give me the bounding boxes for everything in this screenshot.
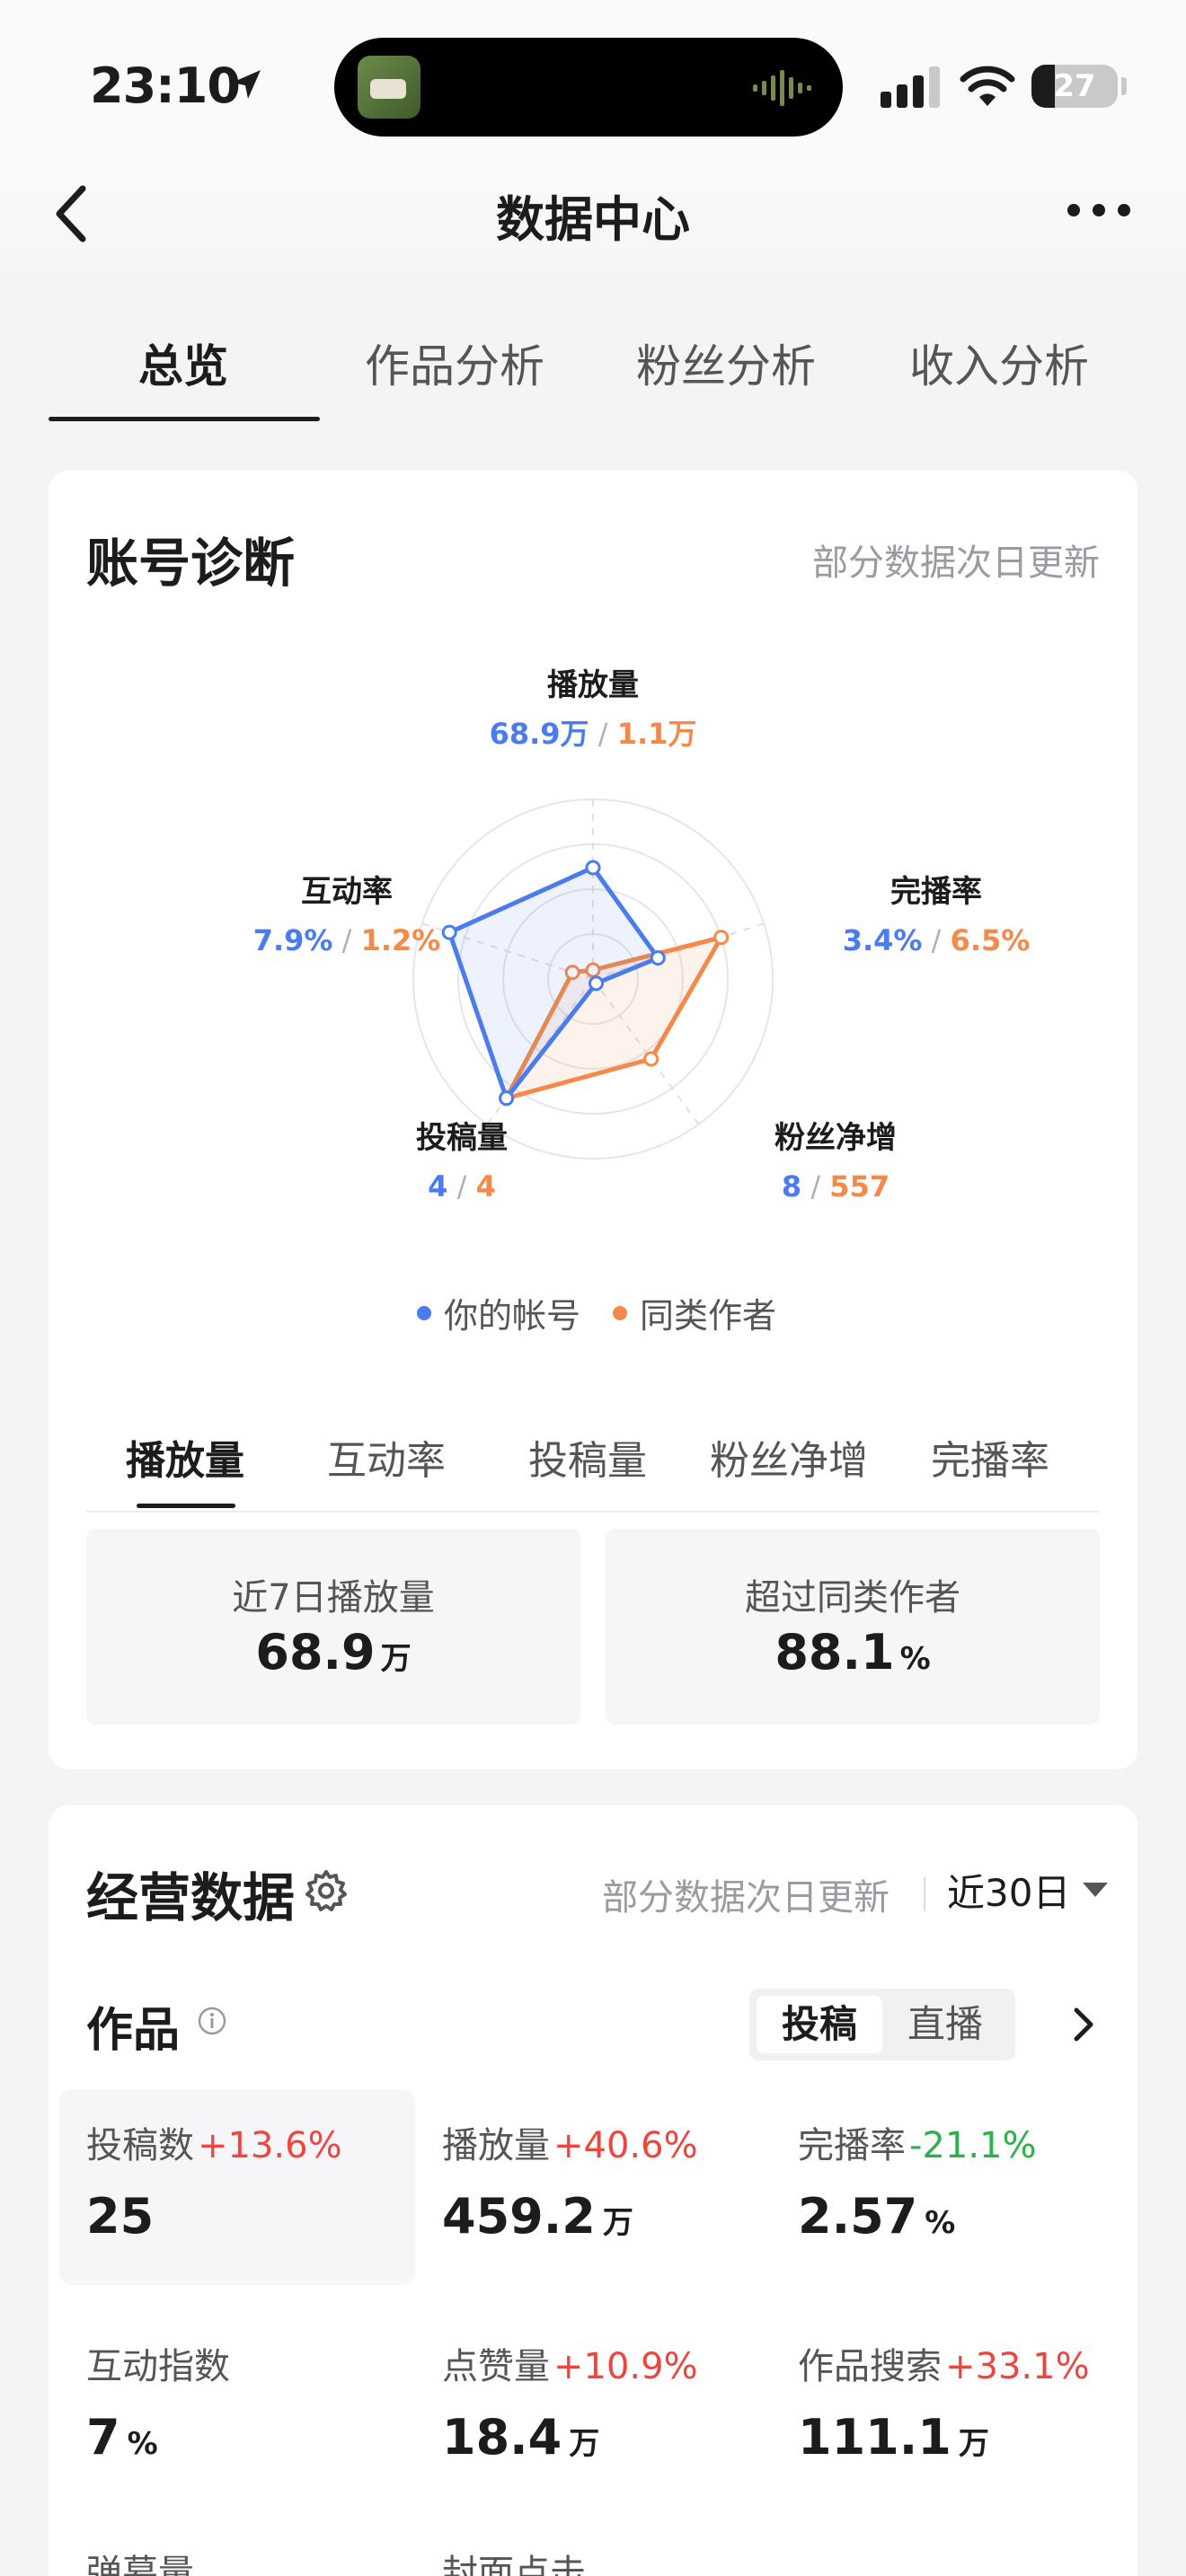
metric-label: 点赞量 +10.9% <box>442 2346 698 2387</box>
metric-label: 作品搜索 +33.1% <box>798 2346 1090 2387</box>
gear-icon[interactable] <box>304 1868 349 1913</box>
metric-card-submission-count[interactable]: 投稿数 +13.6% 25 <box>59 2089 415 2285</box>
tab-overview[interactable]: 总览 <box>49 331 318 395</box>
stat-box-7day-plays: 近7日播放量 68.9 万 <box>86 1529 580 1725</box>
metric-tab-net-fans[interactable]: 粉丝净增 <box>699 1428 879 1486</box>
metric-card-interaction-index[interactable]: 互动指数 7% <box>59 2310 415 2506</box>
metric-tab-interaction[interactable]: 互动率 <box>296 1428 476 1486</box>
segment-live[interactable]: 直播 <box>882 1996 1008 2053</box>
divider <box>924 1877 925 1911</box>
chevron-right-icon[interactable] <box>1066 2005 1102 2044</box>
tab-fans-analysis[interactable]: 粉丝分析 <box>591 331 861 395</box>
tab-works-analysis[interactable]: 作品分析 <box>320 331 589 395</box>
business-data-title: 经营数据 <box>86 1867 296 1928</box>
period-label: 近30日 <box>947 1870 1071 1915</box>
battery-level: 27 <box>1053 68 1096 104</box>
metric-label-danmaku: 弹幕量 <box>86 2553 194 2576</box>
metric-tab-submissions[interactable]: 投稿量 <box>498 1428 677 1486</box>
radar-point-mine-1 <box>650 950 666 966</box>
dynamic-island <box>334 38 843 137</box>
metric-card-search[interactable]: 作品搜索 +33.1% 111.1 万 <box>771 2310 1127 2506</box>
radar-axis-label: 互动率 <box>301 874 393 910</box>
nav-bar: 数据中心 <box>0 153 1186 269</box>
radar-point-mine-3 <box>499 1090 515 1107</box>
metric-delta: +10.9% <box>553 2346 698 2387</box>
page-title: 数据中心 <box>496 191 690 248</box>
status-time: 23:10 <box>90 57 241 114</box>
metric-tab-plays[interactable]: 播放量 <box>95 1428 275 1486</box>
account-diagnosis-card: 账号诊断 部分数据次日更新 播放量 68.9万 / 1.1万完播率 3.4% / 6… <box>49 471 1137 1769</box>
status-bar: 23:10 27 <box>0 0 1186 153</box>
content-type-segment: 投稿 直播 <box>749 1989 1015 2060</box>
radar-axis-label: 完播率 <box>890 874 982 910</box>
radar-axis-label: 播放量 <box>547 667 639 703</box>
stat-label: 超过同类作者 <box>745 1577 960 1619</box>
radar-point-mine-2 <box>589 975 605 992</box>
stat-value: 68.9 万 <box>255 1624 412 1681</box>
audio-wave-icon <box>753 70 811 106</box>
metric-delta: +33.1% <box>945 2346 1090 2387</box>
metric-value: 7% <box>86 2409 158 2466</box>
radar-axis-values: 68.9万 / 1.1万 <box>490 717 697 751</box>
legend-dot-mine <box>417 1305 431 1320</box>
metric-card-completion-rate[interactable]: 完播率 -21.1% 2.57% <box>771 2089 1127 2285</box>
info-icon[interactable] <box>198 2007 226 2035</box>
now-playing-thumbnail <box>358 56 420 119</box>
metric-card-plays[interactable]: 播放量 +40.6% 459.2 万 <box>415 2089 771 2285</box>
stat-box-beat-peers: 超过同类作者 88.1% <box>606 1529 1100 1725</box>
update-note: 部分数据次日更新 <box>602 1877 890 1919</box>
metric-label: 完播率 -21.1% <box>798 2125 1037 2166</box>
tab-income-analysis[interactable]: 收入分析 <box>864 331 1134 395</box>
radar-axis-values: 8 / 557 <box>782 1169 890 1204</box>
radar-axis-values: 7.9% / 1.2% <box>253 923 441 957</box>
radar-legend: 你的帐号 同类作者 <box>417 1288 776 1337</box>
battery-nub <box>1121 77 1127 95</box>
legend-label-peer: 同类作者 <box>640 1296 777 1336</box>
metric-value: 459.2 万 <box>442 2188 633 2245</box>
wifi-icon <box>960 66 1015 106</box>
main-tabs: 总览 作品分析 粉丝分析 收入分析 <box>0 305 1186 422</box>
metric-value: 111.1 万 <box>798 2409 989 2466</box>
metric-value: 18.4 万 <box>442 2409 600 2466</box>
active-tab-indicator <box>49 417 320 421</box>
radar-point-mine-4 <box>441 924 457 940</box>
metric-value: 2.57% <box>798 2188 956 2245</box>
works-section-title: 作品 <box>86 2004 181 2058</box>
radar-axis-values: 4 / 4 <box>428 1169 496 1204</box>
caret-down-icon <box>1083 1883 1109 1897</box>
radar-axis-values: 3.4% / 6.5% <box>843 923 1031 957</box>
metric-label: 播放量 +40.6% <box>442 2125 698 2166</box>
metric-delta: +40.6% <box>553 2125 698 2166</box>
stat-label: 近7日播放量 <box>232 1577 435 1619</box>
cellular-signal-icon <box>881 66 940 108</box>
legend-dot-peer <box>613 1305 628 1320</box>
update-note: 部分数据次日更新 <box>812 543 1100 584</box>
stat-value: 88.1% <box>774 1624 931 1681</box>
radar-point-mine-0 <box>585 860 601 876</box>
metric-tab-indicator <box>137 1504 235 1508</box>
radar-axis-label: 粉丝净增 <box>774 1120 897 1156</box>
legend-label-mine: 你的帐号 <box>444 1296 581 1336</box>
business-data-card: 经营数据 部分数据次日更新 近30日 作品 投稿 直播 投稿数 +13.6% 25… <box>49 1805 1137 2576</box>
metric-label: 互动指数 <box>86 2346 230 2387</box>
location-arrow-icon <box>232 70 261 99</box>
segment-submissions[interactable]: 投稿 <box>757 1996 882 2053</box>
account-diagnosis-title: 账号诊断 <box>86 533 296 594</box>
more-options-icon[interactable] <box>1066 192 1132 228</box>
metric-value: 25 <box>86 2188 155 2245</box>
metric-delta: -21.1% <box>909 2125 1037 2166</box>
metric-delta: +13.6% <box>198 2125 342 2166</box>
metric-label-cover-clicks: 封面点击 <box>442 2553 586 2576</box>
battery-indicator: 27 <box>1031 65 1118 108</box>
metric-tabs: 播放量 互动率 投稿量 粉丝净增 完播率 <box>86 1405 1100 1513</box>
radar-axis-label: 投稿量 <box>416 1120 508 1156</box>
period-selector[interactable]: 近30日 <box>947 1863 1109 1917</box>
radar-point-peer-2 <box>643 1051 659 1067</box>
metric-tab-completion[interactable]: 完播率 <box>900 1428 1080 1486</box>
metric-card-likes[interactable]: 点赞量 +10.9% 18.4 万 <box>415 2310 771 2506</box>
radar-point-peer-1 <box>713 930 730 946</box>
metric-label: 投稿数 +13.6% <box>86 2125 342 2166</box>
